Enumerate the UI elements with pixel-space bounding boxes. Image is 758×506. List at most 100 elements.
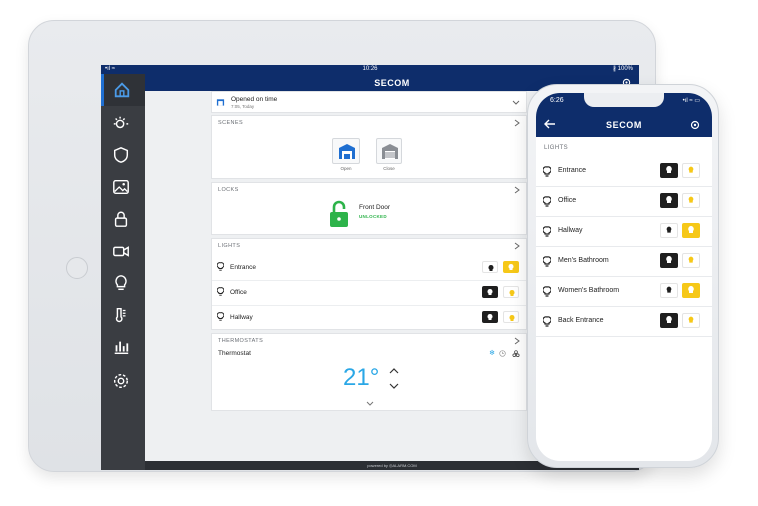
bulb-icon (217, 287, 224, 296)
temp-down-icon[interactable] (389, 383, 399, 389)
bulb-icon (543, 196, 551, 207)
phone-light-off-button[interactable] (660, 223, 678, 238)
phone-status-icons: •ıl ≈ ▭ (682, 98, 700, 104)
phone-light-label: Hallway (558, 227, 583, 234)
phone-light-off-button[interactable] (660, 193, 678, 208)
expand-chevron-icon[interactable] (366, 401, 374, 406)
lights-chevron-icon[interactable] (514, 242, 520, 250)
phone-device: 6:26 •ıl ≈ ▭ SECOM LIGHTS Entrance Offic… (527, 84, 719, 468)
thermostats-card: THERMOSTATS Thermostat ❄ 21° (211, 333, 527, 411)
status-battery: ∦ 100% (612, 66, 633, 72)
lights-card: LIGHTS Entrance Office Hallway (211, 238, 527, 330)
home-icon (114, 82, 130, 98)
chart-icon (114, 341, 129, 355)
locks-title: LOCKS (218, 187, 239, 193)
fan-icon[interactable] (512, 350, 520, 357)
sun-icon (113, 116, 129, 129)
scene-close-button[interactable] (376, 138, 402, 164)
phone-light-on-button[interactable] (682, 163, 700, 178)
garage-time: 7:05, Today (231, 104, 255, 109)
light-label: Office (230, 289, 247, 296)
thermostat-name: Thermostat (218, 350, 251, 357)
shield-icon (113, 147, 129, 163)
scene-open-label: Open (340, 166, 352, 171)
phone-notch (584, 93, 664, 107)
phone-light-row: Back Entrance (536, 307, 712, 337)
lock-icon (114, 211, 128, 227)
bulb-icon (543, 166, 551, 177)
garage-icon (216, 99, 225, 106)
phone-light-row: Men's Bathroom (536, 247, 712, 277)
clock-icon[interactable] (499, 350, 506, 357)
lights-title: LIGHTS (218, 243, 241, 249)
phone-light-on-button[interactable] (682, 313, 700, 328)
chevron-down-icon[interactable] (512, 100, 520, 105)
light-row-entrance: Entrance (212, 255, 526, 280)
light-off-button[interactable] (482, 286, 498, 298)
phone-light-off-button[interactable] (660, 253, 678, 268)
bulb-icon (543, 286, 551, 297)
settings-icon[interactable] (690, 120, 700, 130)
bulb-icon (543, 316, 551, 327)
status-time: 10:26 (362, 66, 378, 72)
phone-light-label: Men's Bathroom (558, 257, 609, 264)
phone-light-on-button[interactable] (682, 253, 700, 268)
light-label: Hallway (230, 314, 253, 321)
phone-brand-logo: SECOM (605, 120, 642, 130)
image-icon (113, 179, 129, 195)
snowflake-icon[interactable]: ❄ (489, 349, 495, 357)
sidebar (101, 74, 145, 470)
sidebar-item-home[interactable] (101, 74, 145, 106)
light-off-button[interactable] (482, 311, 498, 323)
bulb-icon (217, 262, 224, 271)
phone-status-time: 6:26 (550, 97, 564, 104)
phone-light-label: Women's Bathroom (558, 287, 620, 294)
garage-close-icon (382, 144, 398, 159)
light-on-button[interactable] (503, 261, 519, 273)
phone-light-off-button[interactable] (660, 283, 678, 298)
phone-light-row: Women's Bathroom (536, 277, 712, 307)
scenes-chevron-icon[interactable] (514, 119, 520, 127)
phone-light-row: Hallway (536, 217, 712, 247)
phone-light-row: Entrance (536, 157, 712, 187)
phone-screen: 6:26 •ıl ≈ ▭ SECOM LIGHTS Entrance Offic… (536, 93, 712, 461)
scenes-title: SCENES (218, 120, 244, 126)
garage-open-icon (339, 144, 355, 159)
locks-card: LOCKS Front Door UNLOCKED (211, 182, 527, 235)
phone-light-on-button[interactable] (682, 193, 700, 208)
phone-lights-title: LIGHTS (544, 145, 569, 151)
garage-card[interactable]: Opened on time 7:05, Today (211, 91, 527, 113)
phone-light-off-button[interactable] (660, 313, 678, 328)
phone-light-on-button[interactable] (682, 283, 700, 298)
thermostats-chevron-icon[interactable] (514, 337, 520, 345)
tablet-status-bar: •ıl ≈ 10:26 ∦ 100% (101, 65, 639, 74)
scene-open-button[interactable] (332, 138, 360, 164)
phone-header: 6:26 •ıl ≈ ▭ SECOM (536, 93, 712, 137)
locks-chevron-icon[interactable] (514, 186, 520, 194)
phone-light-row: Office (536, 187, 712, 217)
light-on-button[interactable] (503, 311, 519, 323)
tablet-home-button[interactable] (66, 257, 88, 279)
light-on-button[interactable] (503, 286, 519, 298)
scenes-card: SCENES Open Close (211, 115, 527, 179)
phone-light-label: Office (558, 197, 577, 204)
bulb-icon (543, 256, 551, 267)
lock-name: Front Door (359, 204, 391, 211)
gear-icon (113, 373, 129, 389)
lock-status: UNLOCKED (359, 214, 387, 219)
thermostats-title: THERMOSTATS (218, 338, 264, 344)
scene-close-label: Close (383, 166, 395, 171)
temp-up-icon[interactable] (389, 368, 399, 374)
phone-lights-list: LIGHTS Entrance Office Hallway Men's Bat… (536, 137, 712, 461)
light-off-button[interactable] (482, 261, 498, 273)
unlocked-icon[interactable] (329, 200, 349, 228)
current-temperature: 21° (343, 364, 380, 391)
phone-light-label: Back Entrance (558, 317, 604, 324)
light-row-office: Office (212, 280, 526, 305)
phone-light-on-button[interactable] (682, 223, 700, 238)
phone-light-off-button[interactable] (660, 163, 678, 178)
light-label: Entrance (230, 264, 257, 271)
bulb-icon (217, 312, 224, 321)
bulb-icon (115, 275, 127, 291)
bulb-icon (543, 226, 551, 237)
